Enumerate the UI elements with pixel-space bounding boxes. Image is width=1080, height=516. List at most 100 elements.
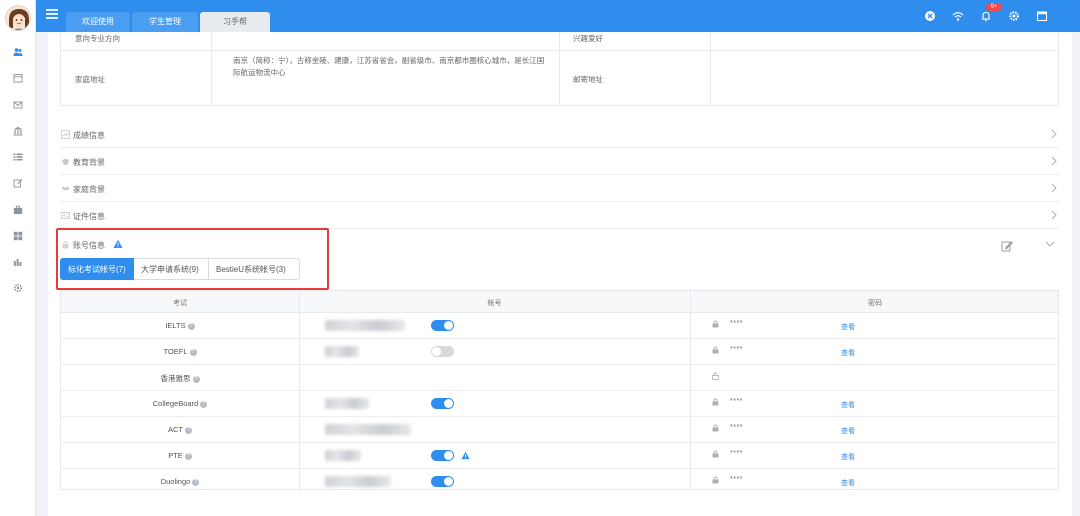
lock-icon <box>712 450 719 458</box>
mail-address-label: 邮寄地址 <box>573 75 603 84</box>
settings-icon[interactable] <box>1008 10 1020 22</box>
masked-password: **** <box>730 424 743 431</box>
chevron-down-icon[interactable] <box>1045 240 1055 248</box>
toggle-knob <box>444 399 453 408</box>
lock-icon <box>712 346 719 354</box>
graduation-cap-icon <box>61 157 70 166</box>
toggle-knob <box>432 347 441 356</box>
lock-icon <box>712 320 719 328</box>
section-family[interactable]: 家庭背景 <box>60 175 1059 202</box>
view-password-link[interactable]: 查看 <box>841 400 855 410</box>
table-row: ACT? **** 查看 <box>61 417 1058 443</box>
list-icon[interactable] <box>0 150 36 164</box>
section-documents[interactable]: 证件信息 <box>60 202 1059 229</box>
handshake-icon <box>61 184 70 193</box>
help-icon[interactable]: ? <box>192 478 200 486</box>
section-title: 家庭背景 <box>73 185 105 194</box>
exam-name-cell: 香港雅思? <box>61 373 299 384</box>
table-row: Duolingo? **** 查看 <box>61 469 1058 495</box>
close-circle-icon[interactable] <box>924 10 936 22</box>
grid-icon[interactable] <box>0 229 36 243</box>
header-exam: 考试 <box>173 300 187 307</box>
tab-student-management[interactable]: 学生管理 <box>132 12 198 32</box>
edit-icon[interactable] <box>0 176 36 190</box>
help-icon[interactable]: ? <box>192 375 200 383</box>
info-col-divider <box>710 32 711 106</box>
info-col-divider <box>211 32 212 106</box>
header-password: 密码 <box>868 300 882 307</box>
view-password-link[interactable]: 查看 <box>841 322 855 332</box>
toggle-knob <box>444 451 453 460</box>
account-toggle[interactable] <box>431 320 454 331</box>
bell-icon[interactable] <box>980 10 992 22</box>
blurred-account <box>325 476 391 487</box>
briefcase-icon[interactable] <box>0 203 36 217</box>
exam-name: TOEFL <box>163 347 188 356</box>
toggle-knob <box>444 477 453 486</box>
id-card-icon <box>61 211 70 220</box>
blurred-account <box>325 424 411 435</box>
table-row: 香港雅思? <box>61 365 1058 391</box>
hobby-label: 兴趣爱好 <box>573 34 603 43</box>
main-panel: 意向专业方向 兴趣爱好 家庭地址 南京（简称：宁），古称金陵、建康，江苏省省会，… <box>48 32 1072 516</box>
chevron-right-icon <box>1051 156 1057 166</box>
exam-name-cell: IELTS? <box>61 321 299 330</box>
exam-name: IELTS <box>165 321 186 330</box>
exam-name: Duolingo <box>160 477 191 486</box>
address-value: 南京（简称：宁），古称金陵、建康，江苏省省会，副省级市、南京都市圈核心城市，是长… <box>233 55 553 79</box>
top-bar: 欢迎使用 学生管理 习手帮 9+ <box>36 0 1080 32</box>
account-toggle[interactable] <box>431 398 454 409</box>
section-scores[interactable]: 成绩信息 <box>60 121 1059 148</box>
table-row: TOEFL? **** 查看 <box>61 339 1058 365</box>
section-education[interactable]: 教育背景 <box>60 148 1059 175</box>
help-icon[interactable]: ? <box>200 400 208 408</box>
wifi-icon[interactable] <box>952 10 964 22</box>
view-password-link[interactable]: 查看 <box>841 426 855 436</box>
exam-name-cell: TOEFL? <box>61 347 299 356</box>
toggle-knob <box>444 321 453 330</box>
view-password-link[interactable]: 查看 <box>841 348 855 358</box>
edit-account-icon[interactable] <box>1001 240 1013 252</box>
masked-password: **** <box>730 450 743 457</box>
header-account: 帐号 <box>487 300 502 307</box>
exam-name: ACT <box>168 425 183 434</box>
users-icon[interactable] <box>0 45 36 59</box>
table-row: IELTS? **** 查看 <box>61 313 1058 339</box>
sidebar <box>0 0 36 516</box>
section-title: 教育背景 <box>73 158 105 167</box>
account-toggle[interactable] <box>431 450 454 461</box>
help-icon[interactable]: ? <box>189 348 197 356</box>
account-toggle[interactable] <box>431 346 454 357</box>
lock-icon <box>712 476 719 484</box>
chart-icon[interactable] <box>0 255 36 269</box>
info-col-divider <box>559 32 560 106</box>
menu-icon[interactable] <box>46 9 58 19</box>
blurred-account <box>325 320 405 331</box>
tab-welcome[interactable]: 欢迎使用 <box>66 12 130 32</box>
exam-name-cell: PTE? <box>61 451 299 460</box>
blurred-account <box>325 346 359 357</box>
warning-icon[interactable] <box>461 451 470 460</box>
view-password-link[interactable]: 查看 <box>841 452 855 462</box>
calendar-icon[interactable] <box>0 71 36 85</box>
masked-password: **** <box>730 476 743 483</box>
address-line-2: 际航运物流中心 <box>233 68 286 77</box>
student-info-table: 意向专业方向 兴趣爱好 家庭地址 南京（简称：宁），古称金陵、建康，江苏省省会，… <box>60 32 1059 106</box>
tab-xishoubang[interactable]: 习手帮 <box>200 12 270 32</box>
gear-icon[interactable] <box>0 281 36 295</box>
bank-icon[interactable] <box>0 124 36 138</box>
blurred-account <box>325 398 369 409</box>
user-avatar[interactable] <box>5 5 31 31</box>
lock-icon <box>712 398 719 406</box>
account-toggle[interactable] <box>431 476 454 487</box>
help-icon[interactable]: ? <box>187 322 195 330</box>
chevron-right-icon <box>1051 183 1057 193</box>
unlock-icon <box>712 372 719 380</box>
view-password-link[interactable]: 查看 <box>841 478 855 488</box>
help-icon[interactable]: ? <box>185 426 192 434</box>
mail-icon[interactable] <box>0 98 36 112</box>
help-icon[interactable]: ? <box>184 452 192 460</box>
chevron-right-icon <box>1051 210 1057 220</box>
avatar-icon <box>6 6 30 30</box>
calendar-top-icon[interactable] <box>1036 10 1048 22</box>
